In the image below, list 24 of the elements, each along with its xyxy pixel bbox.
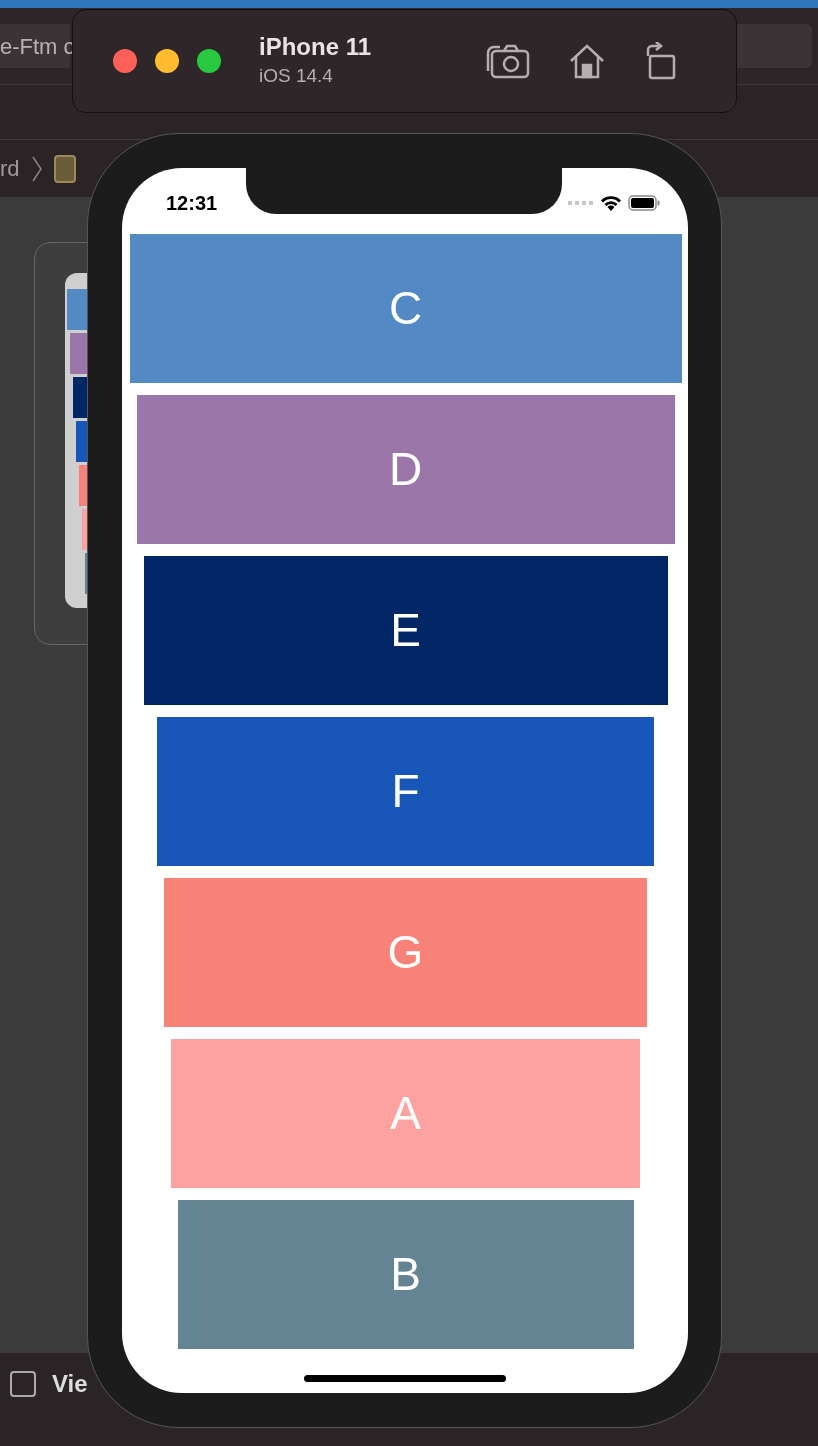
zoom-icon[interactable]: [197, 49, 221, 73]
row-label: B: [390, 1247, 421, 1302]
row-label: G: [387, 925, 424, 980]
row-label: D: [388, 442, 423, 497]
breadcrumb-item[interactable]: rd: [0, 152, 20, 185]
device-name: iPhone 11: [259, 31, 372, 62]
home-icon[interactable]: [568, 43, 606, 79]
row-label: A: [390, 1086, 421, 1141]
rotate-icon[interactable]: [644, 42, 676, 80]
os-version: iOS 14.4: [259, 63, 334, 88]
row-label: E: [390, 603, 421, 658]
screenshot-icon[interactable]: [486, 43, 530, 79]
view-label: Vie: [52, 1369, 88, 1399]
row-label: C: [388, 281, 423, 336]
row-label: F: [391, 764, 420, 819]
minimize-icon[interactable]: [155, 49, 179, 73]
battery-icon: [628, 195, 660, 211]
chevron-icon: [31, 155, 42, 182]
wifi-icon: [600, 195, 622, 211]
signal-icon: [568, 200, 594, 206]
status-time: 12:31: [166, 191, 218, 216]
storyboard-icon: [53, 154, 76, 183]
sidebar-toggle-icon[interactable]: [10, 1371, 36, 1397]
close-icon[interactable]: [113, 49, 137, 73]
